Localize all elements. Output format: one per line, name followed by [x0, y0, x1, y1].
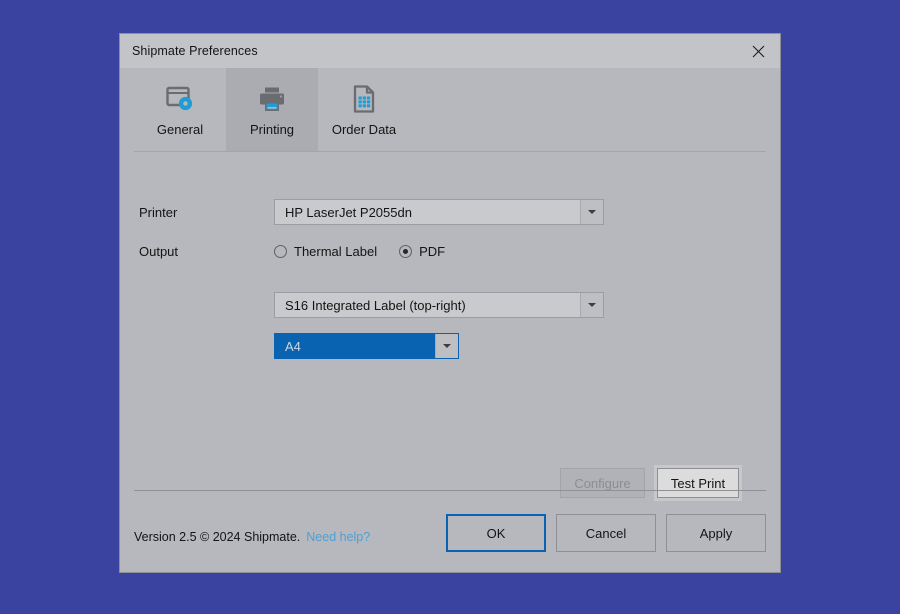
- window-gear-icon: [165, 78, 195, 120]
- dialog-title: Shipmate Preferences: [132, 44, 258, 58]
- paper-size-combobox[interactable]: A4: [274, 333, 459, 359]
- radio-thermal-label-dot: [274, 245, 287, 258]
- tab-general[interactable]: General: [134, 68, 226, 152]
- radio-pdf-text: PDF: [419, 244, 446, 259]
- ok-button[interactable]: OK: [446, 514, 546, 552]
- chevron-down-icon: [580, 293, 603, 317]
- radio-pdf-dot: [399, 245, 413, 258]
- tab-general-label: General: [156, 122, 204, 137]
- printer-combobox[interactable]: HP LaserJet P2055dn: [274, 199, 604, 225]
- dialog-titlebar: Shipmate Preferences: [120, 34, 780, 68]
- printer-label: Printer: [139, 204, 178, 220]
- apply-button[interactable]: Apply: [666, 514, 766, 552]
- tab-printing[interactable]: Printing: [226, 68, 318, 152]
- printing-panel: Printer HP LaserJet P2055dn Output Therm…: [120, 152, 780, 501]
- document-grid-icon: [349, 78, 379, 120]
- output-row: Output Thermal Label PDF: [139, 244, 467, 259]
- footer-divider: [134, 490, 766, 491]
- dialog-footer: Version 2.5 © 2024 Shipmate. Need help? O…: [120, 490, 780, 572]
- footer-buttons: OK Cancel Apply: [446, 514, 766, 552]
- radio-pdf[interactable]: PDF: [399, 244, 445, 259]
- label-format-row: S16 Integrated Label (top-right): [274, 292, 604, 318]
- printer-icon: [257, 78, 287, 120]
- close-icon: [752, 45, 764, 57]
- chevron-down-icon: [435, 334, 458, 358]
- paper-size-row: A4: [274, 333, 459, 359]
- cancel-button[interactable]: Cancel: [556, 514, 656, 552]
- close-button[interactable]: [736, 34, 780, 68]
- need-help-link[interactable]: Need help?: [306, 530, 370, 544]
- radio-thermal-label-text: Thermal Label: [294, 244, 378, 259]
- version-text: Version 2.5 © 2024 Shipmate. Need help?: [134, 530, 370, 544]
- version-label: Version 2.5 © 2024 Shipmate.: [134, 530, 301, 544]
- chevron-down-icon: [580, 200, 603, 224]
- preferences-dialog: Shipmate Preferences General Printing Or…: [120, 34, 780, 572]
- tab-order-data[interactable]: Order Data: [318, 68, 410, 152]
- label-format-combobox-value: S16 Integrated Label (top-right): [275, 293, 580, 317]
- tab-order-data-label: Order Data: [331, 122, 397, 137]
- tab-printing-label: Printing: [249, 122, 295, 137]
- printer-combobox-value: HP LaserJet P2055dn: [275, 200, 580, 224]
- printer-row: Printer HP LaserJet P2055dn: [139, 199, 619, 225]
- label-format-combobox[interactable]: S16 Integrated Label (top-right): [274, 292, 604, 318]
- tab-strip: General Printing Order Data: [120, 68, 780, 152]
- output-label: Output: [139, 244, 179, 259]
- paper-size-combobox-value: A4: [275, 334, 435, 358]
- radio-thermal-label[interactable]: Thermal Label: [274, 244, 377, 259]
